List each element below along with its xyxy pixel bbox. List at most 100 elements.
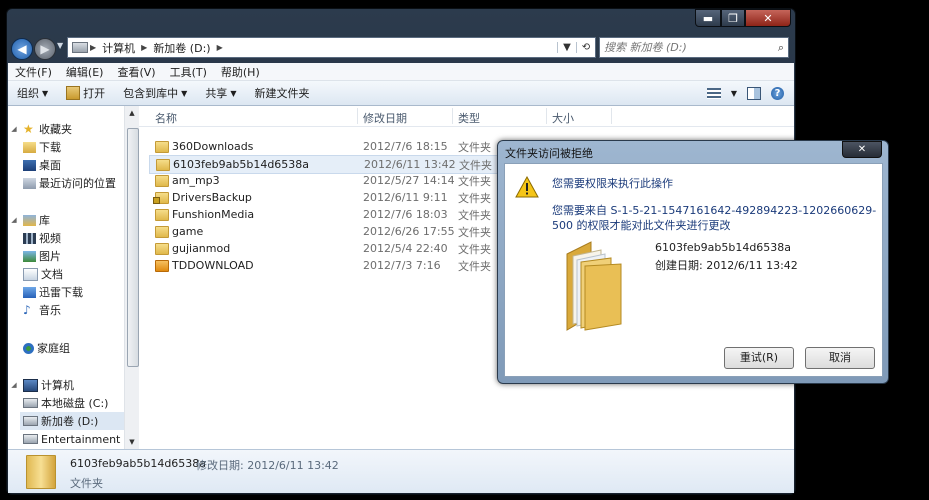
menu-file[interactable]: 文件(F) <box>8 64 59 80</box>
folder-icon <box>155 175 169 187</box>
nav-local-disk-c[interactable]: 本地磁盘 (C:) <box>20 394 108 412</box>
dialog-close-button[interactable]: ✕ <box>842 141 882 158</box>
file-type: 文件夹 <box>458 259 491 273</box>
retry-button[interactable]: 重试(R) <box>724 347 794 369</box>
include-in-library-button[interactable]: 包含到库中 ▼ <box>114 85 196 101</box>
cancel-button[interactable]: 取消 <box>805 347 875 369</box>
file-type: 文件夹 <box>458 208 491 222</box>
minimize-button[interactable]: ▬ <box>695 9 721 27</box>
help-icon[interactable]: ? <box>771 86 784 100</box>
chevron-down-icon: ▼ <box>181 88 188 98</box>
column-date[interactable]: 修改日期 <box>363 110 407 126</box>
menu-tools[interactable]: 工具(T) <box>163 64 214 80</box>
nav-music[interactable]: ♪ 音乐 <box>20 301 61 319</box>
recent-pages-dropdown[interactable]: ▼ <box>57 41 63 50</box>
window-controls: ▬ ❐ ✕ <box>695 9 791 27</box>
file-name: am_mp3 <box>172 174 220 187</box>
organize-button[interactable]: 组织 ▼ <box>8 85 57 101</box>
details-date: 修改日期: 2012/6/11 13:42 <box>196 459 339 472</box>
column-divider[interactable] <box>357 108 358 124</box>
file-date: 2012/7/6 18:03 <box>363 208 448 221</box>
nav-homegroup[interactable]: 家庭组 <box>8 339 70 357</box>
locked-folder-icon <box>153 192 169 204</box>
view-options-icon[interactable] <box>706 87 721 99</box>
file-date: 2012/6/26 17:55 <box>363 225 455 238</box>
column-divider[interactable] <box>546 108 547 124</box>
computer-icon <box>23 378 38 392</box>
forward-button[interactable]: ▶ <box>34 38 56 60</box>
folder-thumbnail-icon <box>26 455 56 489</box>
nav-recent-label: 最近访问的位置 <box>39 177 116 190</box>
scrollbar-thumb[interactable] <box>127 128 139 367</box>
file-name: 360Downloads <box>172 140 254 153</box>
column-size[interactable]: 大小 <box>552 110 574 126</box>
open-button[interactable]: 打开 <box>57 85 114 101</box>
expand-arrow-icon[interactable]: ◢ <box>8 381 20 389</box>
search-box[interactable]: ⌕ <box>599 37 789 58</box>
address-dropdown-icon[interactable]: ▼ <box>557 42 576 53</box>
new-folder-button[interactable]: 新建文件夹 <box>245 85 318 101</box>
folder-icon <box>155 226 169 238</box>
menu-help[interactable]: 帮助(H) <box>214 64 267 80</box>
breadcrumb-volume-d[interactable]: 新加卷 (D:) <box>149 40 214 56</box>
nav-xunlei-label: 迅雷下载 <box>39 286 83 299</box>
file-date: 2012/5/27 14:14 <box>363 174 455 187</box>
scroll-up-arrow-icon[interactable]: ▲ <box>125 109 139 117</box>
dialog-message-detail: 您需要来自 S-1-5-21-1547161642-492894223-1202… <box>552 204 877 232</box>
chevron-right-icon[interactable]: ▶ <box>88 43 98 52</box>
share-button[interactable]: 共享 ▼ <box>196 85 245 101</box>
column-divider[interactable] <box>611 108 612 124</box>
nav-downloads[interactable]: 下载 <box>20 138 61 156</box>
nav-computer-label: 计算机 <box>41 379 74 392</box>
nav-music-label: 音乐 <box>39 304 61 317</box>
warning-icon <box>515 176 539 198</box>
chevron-right-icon[interactable]: ▶ <box>139 43 149 52</box>
preview-pane-icon[interactable] <box>747 86 761 100</box>
menu-view[interactable]: 查看(V) <box>110 64 162 80</box>
back-button[interactable]: ◀ <box>11 38 33 60</box>
nav-xunlei[interactable]: 迅雷下载 <box>20 283 83 301</box>
details-name: 6103feb9ab5b14d6538a <box>70 457 207 470</box>
navigation-scrollbar[interactable]: ▲ ▼ <box>124 106 139 449</box>
nav-volume-d[interactable]: 新加卷 (D:) <box>20 412 124 430</box>
column-divider[interactable] <box>452 108 453 124</box>
expand-arrow-icon[interactable]: ◢ <box>8 125 20 133</box>
scroll-down-arrow-icon[interactable]: ▼ <box>125 438 139 446</box>
nav-desktop[interactable]: 桌面 <box>20 156 61 174</box>
refresh-icon[interactable]: ⟲ <box>576 42 595 53</box>
pictures-library-icon <box>23 250 36 262</box>
nav-computer[interactable]: ◢ 计算机 <box>8 376 74 394</box>
navigation-bar: ◀ ▶ ▼ ▶ 计算机 ▶ 新加卷 (D:) ▶ ▼ ⟲ ⌕ <box>7 35 795 61</box>
nav-videos[interactable]: 视频 <box>20 229 61 247</box>
file-name: gujianmod <box>172 242 231 255</box>
file-name: 6103feb9ab5b14d6538a <box>173 158 310 171</box>
chevron-right-icon[interactable]: ▶ <box>215 43 225 52</box>
nav-entertainment[interactable]: Entertainment ( <box>20 430 124 448</box>
nav-pictures-label: 图片 <box>39 250 61 263</box>
nav-pictures[interactable]: 图片 <box>20 247 61 265</box>
file-date: 2012/5/4 22:40 <box>363 242 448 255</box>
file-type: 文件夹 <box>458 225 491 239</box>
nav-libraries[interactable]: ◢ 库 <box>8 211 50 229</box>
file-type: 文件夹 <box>458 191 491 205</box>
file-date: 2012/7/6 18:15 <box>363 140 448 153</box>
drive-icon <box>23 434 38 444</box>
column-type[interactable]: 类型 <box>458 110 480 126</box>
column-name[interactable]: 名称 <box>155 110 177 126</box>
menu-edit[interactable]: 编辑(E) <box>59 64 111 80</box>
music-library-icon: ♪ <box>23 302 31 317</box>
search-icon[interactable]: ⌕ <box>778 41 788 55</box>
nav-documents[interactable]: 文档 <box>20 265 63 283</box>
close-button[interactable]: ✕ <box>745 9 791 27</box>
breadcrumb-computer[interactable]: 计算机 <box>98 40 139 56</box>
details-type: 文件夹 <box>70 477 103 490</box>
file-name: FunshionMedia <box>172 208 255 221</box>
nav-recent[interactable]: 最近访问的位置 <box>20 174 116 192</box>
downloads-folder-icon <box>23 141 36 153</box>
search-input[interactable] <box>600 40 766 55</box>
nav-favorites[interactable]: ◢ ★ 收藏夹 <box>8 120 72 138</box>
chevron-down-icon[interactable]: ▼ <box>731 89 737 98</box>
expand-arrow-icon[interactable]: ◢ <box>8 216 20 224</box>
address-bar[interactable]: ▶ 计算机 ▶ 新加卷 (D:) ▶ ▼ ⟲ <box>67 37 596 58</box>
maximize-button[interactable]: ❐ <box>721 9 745 27</box>
